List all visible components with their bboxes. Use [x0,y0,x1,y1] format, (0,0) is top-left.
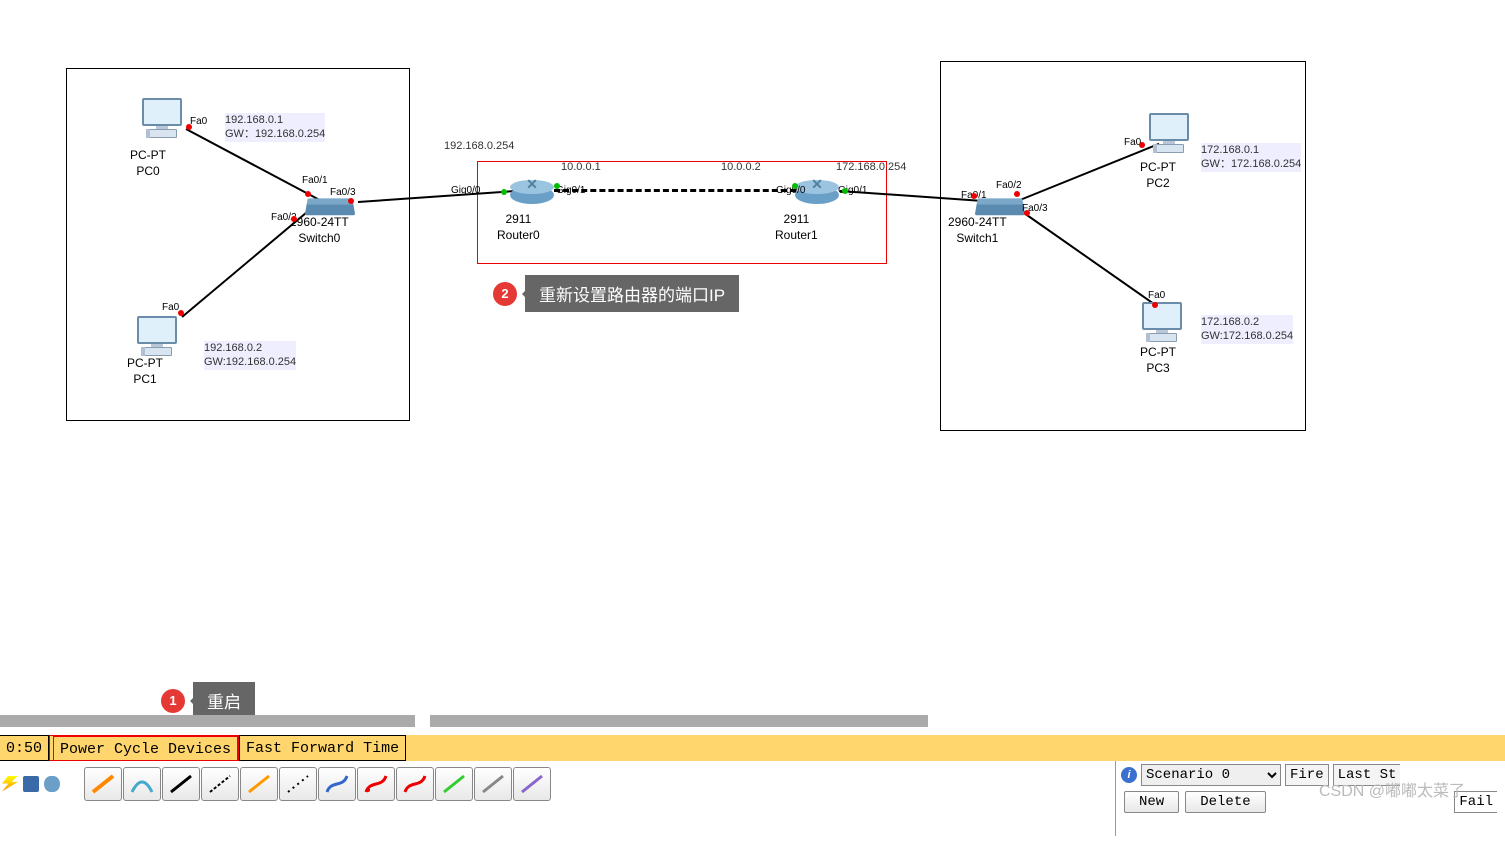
led [291,216,297,222]
led [554,183,560,189]
pc3-icon[interactable] [1140,302,1184,342]
wire-auto-button[interactable] [84,767,122,801]
router1-p-left: Gig0/0 [776,185,805,196]
link-r0-ip: 10.0.0.1 [561,161,601,173]
flash-icon[interactable] [2,776,18,792]
wire-console-button[interactable] [123,767,161,801]
router0-icon[interactable] [510,186,554,204]
wire-usb-button[interactable] [513,767,551,801]
switch1-icon[interactable] [975,201,1026,215]
router0-label: 2911 Router0 [497,212,540,243]
led [1139,142,1145,148]
router1-label: 2911 Router1 [775,212,818,243]
status-bar: 0:50 Power Cycle Devices Fast Forward Ti… [0,735,1505,761]
led [1014,191,1020,197]
fast-forward-button[interactable]: Fast Forward Time [239,735,406,761]
switch0-p3: Fa0/3 [330,187,356,198]
divider-bar [0,715,1505,727]
delete-button[interactable]: Delete [1185,791,1265,813]
led [305,191,311,197]
pc3-label: PC-PT PC3 [1140,345,1176,376]
led [348,198,354,204]
pc1-icon[interactable] [135,316,179,356]
topology-canvas[interactable]: PC-PT PC0 Fa0 192.168.0.1 GW：192.168.0.2… [0,0,1505,715]
wire-coax-button[interactable] [318,767,356,801]
pc2-icon[interactable] [1147,113,1191,153]
wire-fiber-button[interactable] [240,767,278,801]
pc2-label: PC-PT PC2 [1140,160,1176,191]
wire-iot-button[interactable] [474,767,512,801]
watermark: CSDN @嘟嘟太菜了 [1319,777,1465,801]
led [178,310,184,316]
pc3-ip: 172.168.0.2 GW:172.168.0.254 [1201,315,1293,344]
switch1-label: 2960-24TT Switch1 [948,215,1007,246]
wire-octal-button[interactable] [435,767,473,801]
ann2-text: 重新设置路由器的端口IP [525,275,739,312]
link-r1-ip: 10.0.0.2 [721,161,761,173]
wire-phone-button[interactable] [279,767,317,801]
pc2-ip: 172.168.0.1 GW：172.168.0.254 [1201,143,1301,172]
ann2-badge: 2 [493,282,517,306]
led [971,193,977,199]
wire-serial-dce-button[interactable] [357,767,395,801]
new-button[interactable]: New [1124,791,1179,813]
time-cell: 0:50 [0,735,49,761]
power-highlight: Power Cycle Devices [49,735,239,761]
pc3-port: Fa0 [1148,290,1165,301]
led [1024,210,1030,216]
pc0-icon[interactable] [140,98,184,138]
wire-serial-dte-button[interactable] [396,767,434,801]
wire-straight-button[interactable] [162,767,200,801]
pc0-ip: 192.168.0.1 GW：192.168.0.254 [225,113,325,142]
link-router0-router1 [554,189,796,192]
wire-crossover-button[interactable] [201,767,239,801]
switch0-icon[interactable] [305,201,356,215]
led [501,189,507,195]
router0-p-right: Gig0/1 [556,185,585,196]
link-left-ip: 192.168.0.254 [444,140,514,152]
led [186,124,192,130]
power-cycle-button[interactable]: Power Cycle Devices [53,736,238,762]
annotation-2: 2 重新设置路由器的端口IP [493,275,739,312]
led [842,188,848,194]
led [792,183,798,189]
router0-p-left: Gig0/0 [451,185,480,196]
pc1-port: Fa0 [162,302,179,313]
ann1-badge: 1 [161,689,185,713]
switch1-p2: Fa0/2 [996,180,1022,191]
led [1152,302,1158,308]
annotation-1: 1 重启 [161,682,255,719]
switch0-label: 2960-24TT Switch0 [290,215,349,246]
pc1-ip: 192.168.0.2 GW:192.168.0.254 [204,341,296,370]
folder-icon[interactable] [23,776,39,792]
switch0-p1: Fa0/1 [302,175,328,186]
link-right-ip: 172.168.0.254 [836,161,906,173]
pc1-label: PC-PT PC1 [127,356,163,387]
pc0-label: PC-PT PC0 [130,148,166,179]
cloud-icon[interactable] [44,776,60,792]
scenario-select[interactable]: Scenario 0 [1141,764,1281,786]
info-icon[interactable]: i [1121,767,1137,783]
pc0-port: Fa0 [190,116,207,127]
ann1-text: 重启 [193,682,255,719]
